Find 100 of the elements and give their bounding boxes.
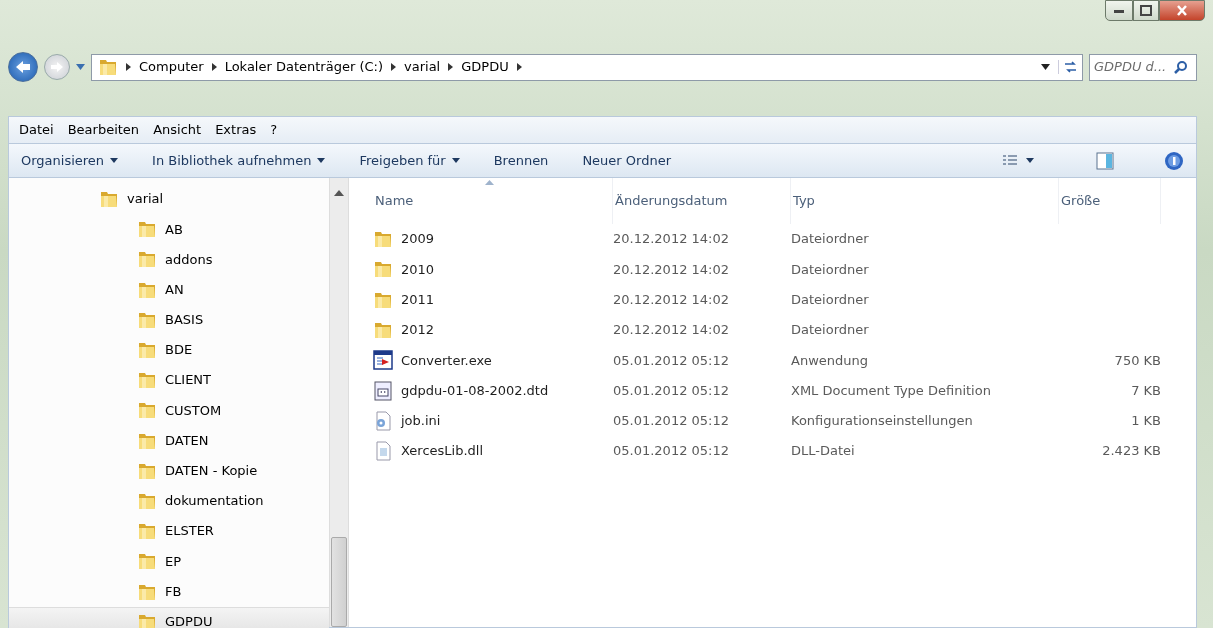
- column-header[interactable]: Typ: [791, 178, 1059, 224]
- menu-item[interactable]: Extras: [215, 120, 257, 140]
- date-cell-text: 20.12.2012 14:02: [613, 260, 731, 279]
- back-arrow-icon: [15, 60, 31, 74]
- tree-item[interactable]: FB: [9, 576, 329, 607]
- file-name[interactable]: 2011: [401, 290, 435, 310]
- type-cell-text: Dateiordner: [791, 260, 870, 279]
- column-header[interactable]: Name: [373, 178, 613, 224]
- date-cell-text: 20.12.2012 14:02: [613, 321, 731, 340]
- document-icon: [373, 380, 393, 401]
- menu-item[interactable]: ?: [270, 120, 278, 140]
- chevron-icon[interactable]: [211, 63, 217, 71]
- folder-icon: [373, 259, 393, 280]
- folder-icon: [137, 521, 157, 542]
- address-bar[interactable]: Computer Lokaler Datenträger (C:) varial GDPDU: [91, 53, 1083, 81]
- folder-icon: [99, 189, 119, 210]
- file-name[interactable]: Converter.exe: [401, 350, 492, 371]
- column-header[interactable]: Änderungsdatum: [613, 178, 791, 224]
- tree-item[interactable]: BDE: [9, 334, 329, 366]
- type-cell-text: XML Document Type Definition: [791, 381, 992, 400]
- breadcrumb-item[interactable]: Computer: [139, 57, 204, 77]
- tree-item[interactable]: CUSTOM: [9, 395, 329, 426]
- file-name[interactable]: 2010: [401, 259, 435, 280]
- type-cell-text: Dateiordner: [791, 321, 870, 340]
- type-cell-text: Konfigurationseinstellungen: [791, 412, 974, 431]
- toolbar-button[interactable]: Brennen: [493, 150, 549, 171]
- minimize-button[interactable]: [1105, 0, 1133, 21]
- tree-item[interactable]: DATEN - Kopie: [9, 455, 329, 486]
- date-cell-text: 05.01.2012 05:12: [613, 442, 731, 461]
- tree-item[interactable]: DATEN: [9, 425, 329, 456]
- breadcrumb-item[interactable]: Lokaler Datenträger (C:): [224, 57, 383, 77]
- size-cell: 1 KB: [1131, 413, 1161, 429]
- tree-item[interactable]: EP: [9, 546, 329, 577]
- close-icon: [1176, 5, 1188, 16]
- scroll-up-icon[interactable]: [334, 190, 344, 196]
- tree-item[interactable]: GDPDU: [9, 606, 329, 628]
- toolbar-button[interactable]: Organisieren: [21, 150, 119, 171]
- tree-item[interactable]: varial: [9, 184, 329, 215]
- view-list-icon[interactable]: [1002, 153, 1018, 168]
- size-cell: 2.423 KB: [1102, 443, 1161, 459]
- file-name[interactable]: gdpdu-01-08-2002.dtd: [401, 380, 549, 401]
- search-field[interactable]: GDPDU d...: [1089, 53, 1197, 81]
- date-cell-text: 05.01.2012 05:12: [613, 412, 731, 431]
- menu-item[interactable]: Ansicht: [153, 120, 202, 140]
- type-cell-text: Dateiordner: [791, 230, 870, 249]
- tree-item[interactable]: CLIENT: [9, 365, 329, 396]
- back-button[interactable]: [8, 52, 38, 82]
- folder-icon: [137, 370, 157, 391]
- tree-item[interactable]: BASIS: [9, 304, 329, 335]
- folder-icon: [98, 57, 118, 77]
- date-cell-text: 20.12.2012 14:02: [613, 291, 731, 309]
- menu-item[interactable]: Bearbeiten: [67, 120, 140, 140]
- maximize-icon: [1140, 5, 1152, 16]
- size-cell: 7 KB: [1131, 382, 1161, 398]
- breadcrumb-item[interactable]: varial: [404, 57, 441, 77]
- chevron-icon[interactable]: [448, 63, 454, 71]
- scrollbar[interactable]: [329, 178, 349, 627]
- caret-icon: [451, 158, 460, 163]
- refresh-icon[interactable]: [1058, 60, 1076, 74]
- toolbar-button[interactable]: In Bibliothek aufnehmen: [152, 150, 326, 171]
- scrollbar-thumb[interactable]: [331, 537, 347, 627]
- chevron-icon[interactable]: [126, 63, 131, 71]
- file-name[interactable]: 2009: [401, 229, 435, 249]
- file-name[interactable]: job.ini: [401, 411, 441, 431]
- menu-item[interactable]: Datei: [19, 120, 54, 140]
- folder-icon: [373, 320, 393, 341]
- file-name[interactable]: XercesLib.dll: [401, 441, 483, 461]
- tree-item[interactable]: addons: [9, 244, 329, 275]
- breadcrumb-item[interactable]: GDPDU: [461, 57, 509, 77]
- file-name[interactable]: 2012: [401, 320, 435, 340]
- toolbar-button[interactable]: Freigeben für: [359, 150, 460, 171]
- chevron-icon[interactable]: [391, 63, 396, 71]
- dropdown-arrow-icon[interactable]: [1041, 64, 1050, 70]
- column-header[interactable]: Größe: [1059, 178, 1161, 224]
- toolbar-button[interactable]: Neuer Ordner: [582, 150, 671, 171]
- date-cell-text: 20.12.2012 14:02: [613, 230, 731, 249]
- tree-item[interactable]: AN: [9, 274, 329, 305]
- caret-icon: [1026, 158, 1034, 163]
- search-icon: [1174, 60, 1188, 74]
- help-icon[interactable]: [1164, 150, 1184, 171]
- date-cell-text: 05.01.2012 05:12: [613, 381, 731, 400]
- type-cell-text: Anwendung: [791, 351, 869, 370]
- folder-icon: [137, 400, 157, 421]
- tree-item[interactable]: ELSTER: [9, 516, 329, 547]
- folder-icon: [137, 219, 157, 240]
- file-icon: [373, 441, 393, 462]
- type-cell-text: DLL-Datei: [791, 442, 856, 461]
- forward-arrow-icon: [50, 61, 64, 73]
- tree-item[interactable]: AB: [9, 214, 329, 245]
- chevron-icon[interactable]: [516, 63, 522, 71]
- size-cell: 750 KB: [1114, 352, 1161, 368]
- folder-icon: [137, 249, 157, 270]
- caret-icon: [110, 158, 119, 163]
- maximize-button[interactable]: [1133, 0, 1159, 21]
- folder-icon: [373, 229, 393, 250]
- tree-item[interactable]: dokumentation: [9, 485, 329, 517]
- close-button[interactable]: [1159, 0, 1205, 21]
- type-cell-text: Dateiordner: [791, 291, 870, 309]
- folder-icon: [137, 551, 157, 572]
- caret-icon: [317, 158, 326, 163]
